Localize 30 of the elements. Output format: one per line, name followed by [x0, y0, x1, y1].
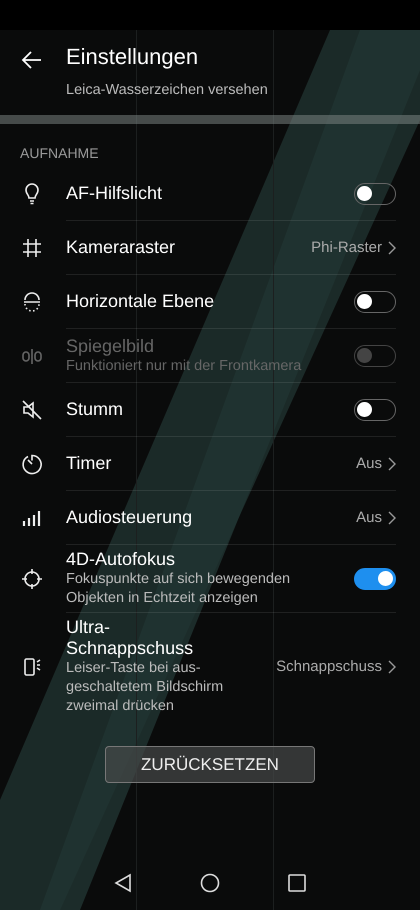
- back-nav-icon[interactable]: [114, 873, 132, 893]
- setting-description: Leiser-Taste bei aus-geschaltetem Bildschirm zweimal drücken: [66, 659, 224, 716]
- setting-value[interactable]: Aus: [356, 455, 382, 472]
- chevron-icon: [388, 456, 396, 470]
- toggle-switch[interactable]: [354, 290, 396, 312]
- setting-title: Timer: [66, 453, 112, 474]
- setting-title: Stumm: [66, 399, 124, 420]
- toggle-switch[interactable]: [354, 182, 396, 204]
- chevron-icon: [388, 240, 396, 254]
- toggle-switch[interactable]: [354, 398, 396, 420]
- setting-title: Kameraraster: [66, 237, 176, 258]
- chevron-icon: [388, 660, 396, 674]
- section-heading: AUFNAHME: [19, 144, 100, 163]
- setting-description: Fokuspunkte auf sich bewegenden Objekten in Echtzeit anzeigen: [66, 570, 292, 608]
- setting-value[interactable]: Schnappschuss: [276, 658, 382, 675]
- setting-title: Audiosteuerung: [66, 507, 192, 528]
- setting-title: 4D-Autofokus: [66, 549, 176, 570]
- setting-value[interactable]: Aus: [356, 509, 382, 526]
- setting-title: Spiegelbild: [66, 336, 156, 356]
- setting-description: Funktioniert nur mit der Frontkamera: [66, 356, 302, 376]
- chevron-icon: [388, 510, 396, 524]
- setting-title: AF-Hilfslicht: [66, 183, 162, 204]
- header-subtitle: Leica-Wasserzeichen versehen: [66, 82, 268, 98]
- recents-nav-icon[interactable]: [288, 874, 306, 892]
- reset-button[interactable]: ZURÜCKSETZEN: [105, 746, 315, 783]
- setting-title: Horizontale Ebene: [66, 291, 214, 312]
- setting-value[interactable]: Phi-Raster: [311, 239, 382, 256]
- setting-title: Ultra-Schnappschuss: [66, 617, 194, 659]
- home-nav-icon[interactable]: [200, 873, 220, 893]
- screen-title: Einstellungen: [66, 44, 200, 70]
